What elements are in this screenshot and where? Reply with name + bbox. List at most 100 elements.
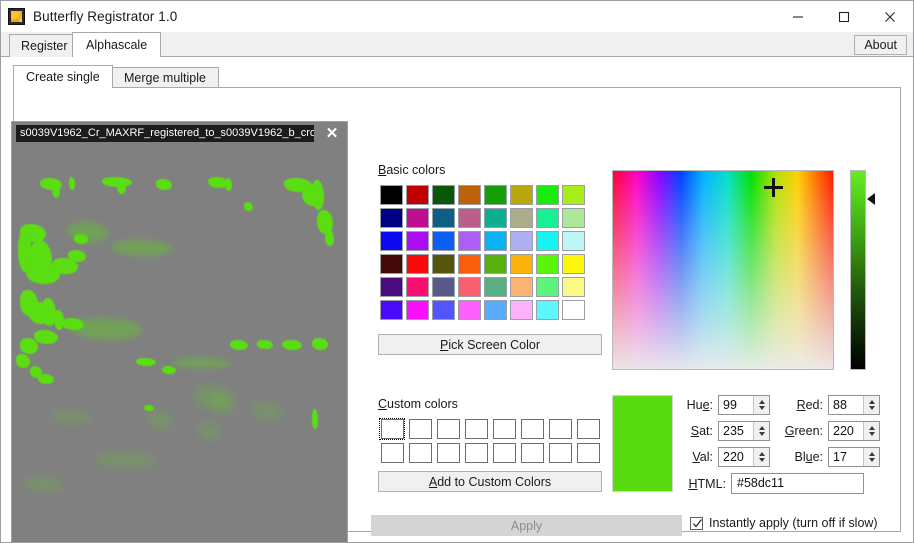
swatch-1-5[interactable]	[509, 207, 533, 228]
pick-screen-color-button[interactable]: Pick Screen Color	[378, 334, 602, 355]
hue-input[interactable]: 99	[718, 395, 770, 415]
about-button[interactable]: About	[854, 35, 907, 55]
basic-color-swatch[interactable]	[404, 229, 430, 252]
swatch-5-7[interactable]	[561, 299, 585, 320]
basic-color-swatch[interactable]	[430, 206, 456, 229]
sat-input[interactable]: 235	[718, 421, 770, 441]
saturation-value-picker[interactable]	[612, 170, 834, 370]
custom-color-swatch[interactable]	[490, 417, 518, 441]
html-input[interactable]: #58dc11	[731, 473, 864, 494]
swatch-1-1[interactable]	[405, 207, 429, 228]
basic-color-swatch[interactable]	[456, 298, 482, 321]
basic-color-swatch[interactable]	[482, 206, 508, 229]
swatch-0-1[interactable]	[405, 184, 429, 205]
tab-merge-multiple[interactable]: Merge multiple	[111, 67, 219, 88]
basic-color-swatch[interactable]	[430, 298, 456, 321]
custom-swatch-13[interactable]	[520, 443, 544, 463]
custom-color-swatch[interactable]	[406, 441, 434, 465]
swatch-3-3[interactable]	[457, 253, 481, 274]
custom-swatch-6[interactable]	[548, 419, 572, 439]
value-slider-handle-icon[interactable]	[867, 193, 875, 205]
swatch-4-7[interactable]	[561, 276, 585, 297]
swatch-4-1[interactable]	[405, 276, 429, 297]
basic-color-swatch[interactable]	[404, 298, 430, 321]
swatch-5-3[interactable]	[457, 299, 481, 320]
basic-color-swatch[interactable]	[482, 229, 508, 252]
maximize-button[interactable]	[821, 1, 867, 32]
value-slider[interactable]	[850, 170, 866, 370]
custom-swatch-5[interactable]	[520, 419, 544, 439]
swatch-2-2[interactable]	[431, 230, 455, 251]
basic-color-swatch[interactable]	[378, 206, 404, 229]
basic-color-swatch[interactable]	[534, 183, 560, 206]
basic-color-swatch[interactable]	[456, 183, 482, 206]
basic-color-swatch[interactable]	[378, 183, 404, 206]
basic-color-swatch[interactable]	[508, 183, 534, 206]
red-stepper[interactable]	[863, 396, 879, 414]
custom-color-swatch[interactable]	[546, 417, 574, 441]
basic-color-swatch[interactable]	[508, 229, 534, 252]
custom-color-swatch[interactable]	[546, 441, 574, 465]
custom-swatch-10[interactable]	[436, 443, 460, 463]
basic-color-swatch[interactable]	[508, 206, 534, 229]
custom-color-swatch[interactable]	[378, 441, 406, 465]
basic-color-swatch[interactable]	[404, 275, 430, 298]
basic-color-swatch[interactable]	[404, 183, 430, 206]
basic-color-swatch[interactable]	[430, 252, 456, 275]
image-preview[interactable]: s0039V1962_Cr_MAXRF_registered_to_s0039V…	[11, 121, 348, 542]
swatch-1-7[interactable]	[561, 207, 585, 228]
red-input[interactable]: 88	[828, 395, 880, 415]
add-to-custom-colors-button[interactable]: Add to Custom Colors	[378, 471, 602, 492]
basic-color-swatch[interactable]	[534, 252, 560, 275]
tab-create-single[interactable]: Create single	[13, 65, 113, 88]
custom-swatch-7[interactable]	[576, 419, 600, 439]
blue-input[interactable]: 17	[828, 447, 880, 467]
instantly-apply-checkbox[interactable]	[690, 516, 703, 530]
swatch-3-4[interactable]	[483, 253, 507, 274]
custom-color-swatch[interactable]	[378, 417, 406, 441]
basic-color-swatch[interactable]	[534, 298, 560, 321]
hue-stepper[interactable]	[753, 396, 769, 414]
basic-color-swatch[interactable]	[508, 275, 534, 298]
instantly-apply-option[interactable]: Instantly apply (turn off if slow)	[690, 516, 878, 530]
swatch-5-0[interactable]	[379, 299, 403, 320]
swatch-5-2[interactable]	[431, 299, 455, 320]
swatch-4-2[interactable]	[431, 276, 455, 297]
custom-swatch-11[interactable]	[464, 443, 488, 463]
swatch-2-4[interactable]	[483, 230, 507, 251]
swatch-0-7[interactable]	[561, 184, 585, 205]
basic-color-swatch[interactable]	[378, 252, 404, 275]
swatch-3-6[interactable]	[535, 253, 559, 274]
custom-color-swatch[interactable]	[490, 441, 518, 465]
blue-stepper[interactable]	[863, 448, 879, 466]
swatch-0-2[interactable]	[431, 184, 455, 205]
custom-swatch-8[interactable]	[380, 443, 404, 463]
basic-color-swatch[interactable]	[456, 206, 482, 229]
basic-color-swatch[interactable]	[378, 275, 404, 298]
basic-color-swatch[interactable]	[456, 275, 482, 298]
swatch-5-4[interactable]	[483, 299, 507, 320]
basic-color-swatch[interactable]	[378, 298, 404, 321]
custom-swatch-15[interactable]	[576, 443, 600, 463]
custom-swatch-1[interactable]	[408, 419, 432, 439]
custom-swatch-3[interactable]	[464, 419, 488, 439]
swatch-3-1[interactable]	[405, 253, 429, 274]
custom-swatch-4[interactable]	[492, 419, 516, 439]
swatch-1-0[interactable]	[379, 207, 403, 228]
swatch-4-5[interactable]	[509, 276, 533, 297]
basic-color-swatch[interactable]	[534, 229, 560, 252]
basic-color-swatch[interactable]	[482, 183, 508, 206]
swatch-1-6[interactable]	[535, 207, 559, 228]
basic-color-swatch[interactable]	[404, 252, 430, 275]
custom-color-swatch[interactable]	[434, 441, 462, 465]
swatch-1-3[interactable]	[457, 207, 481, 228]
basic-color-swatch[interactable]	[560, 252, 586, 275]
swatch-3-5[interactable]	[509, 253, 533, 274]
tab-alphascale[interactable]: Alphascale	[72, 32, 162, 57]
swatch-2-7[interactable]	[561, 230, 585, 251]
basic-color-swatch[interactable]	[560, 206, 586, 229]
custom-swatch-14[interactable]	[548, 443, 572, 463]
basic-color-swatch[interactable]	[430, 275, 456, 298]
apply-button[interactable]: Apply	[371, 515, 682, 536]
swatch-2-3[interactable]	[457, 230, 481, 251]
